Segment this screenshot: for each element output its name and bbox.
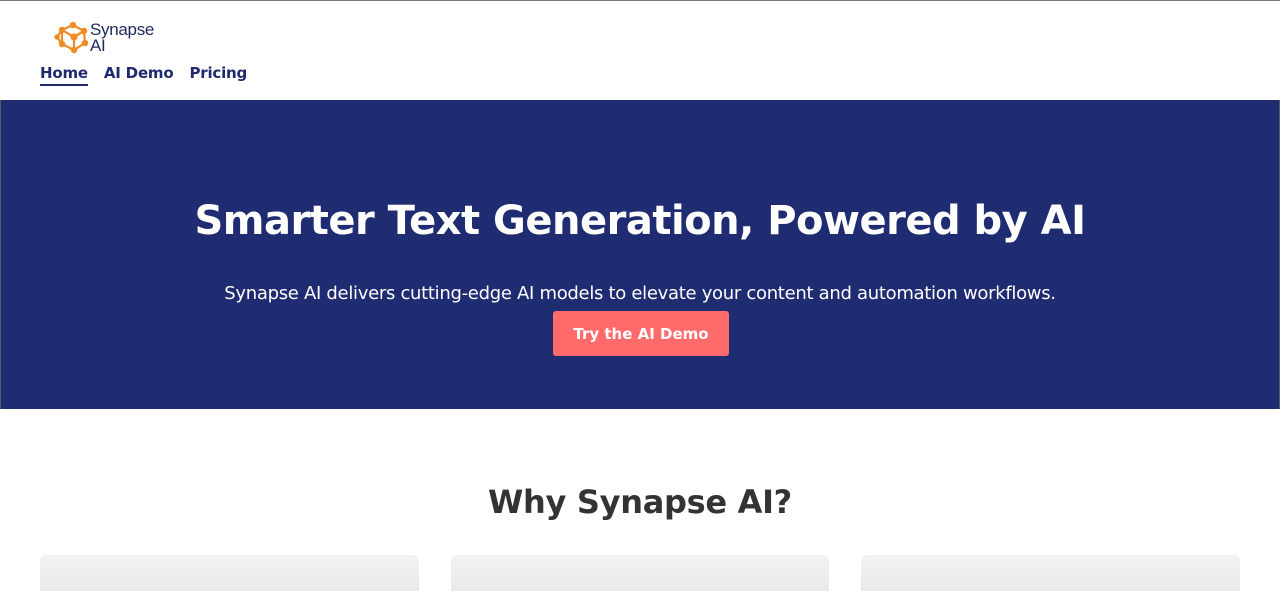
nav-item-home[interactable]: Home <box>40 64 88 86</box>
nav-item-ai-demo[interactable]: AI Demo <box>104 64 174 86</box>
brand-name: Synapse AI <box>90 21 154 55</box>
brand-name-line2: AI <box>90 36 106 55</box>
nav-item-pricing[interactable]: Pricing <box>189 64 247 86</box>
why-section-title: Why Synapse AI? <box>488 483 792 521</box>
main-nav: Home AI Demo Pricing <box>40 64 247 86</box>
page: Synapse AI Home AI Demo Pricing Smarter … <box>0 0 1280 591</box>
feature-card <box>861 555 1240 591</box>
feature-card <box>40 555 419 591</box>
try-ai-demo-button[interactable]: Try the AI Demo <box>553 311 729 356</box>
site-header: Synapse AI Home AI Demo Pricing <box>0 1 1280 100</box>
feature-card <box>451 555 829 591</box>
hero-title: Smarter Text Generation, Powered by AI <box>194 198 1086 244</box>
network-nodes-icon <box>54 21 89 54</box>
hero-section: Smarter Text Generation, Powered by AI S… <box>0 100 1280 409</box>
hero-subtitle: Synapse AI delivers cutting-edge AI mode… <box>224 283 1056 304</box>
brand-logo[interactable]: Synapse AI <box>54 18 154 58</box>
